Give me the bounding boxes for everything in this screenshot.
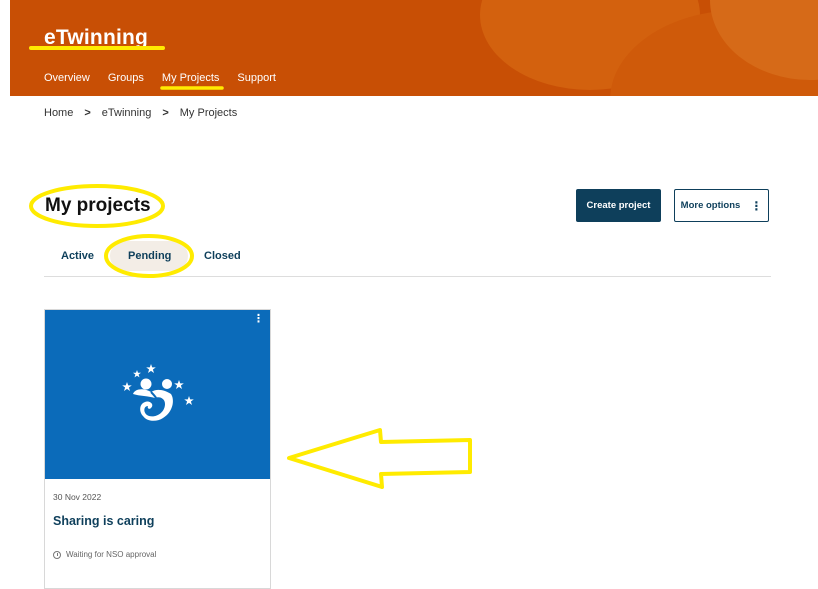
nav-groups[interactable]: Groups — [108, 72, 144, 84]
etwinning-logo-icon — [122, 364, 194, 421]
breadcrumb: Home > eTwinning > My Projects — [44, 107, 237, 119]
main-nav: Overview Groups My Projects Support — [44, 72, 294, 84]
annotation-arrow — [287, 428, 472, 489]
page-title: My projects — [45, 195, 151, 216]
more-options-button[interactable]: More options ⋮ — [674, 189, 769, 222]
breadcrumb-home[interactable]: Home — [44, 107, 73, 119]
tab-pending[interactable]: Pending — [128, 250, 171, 262]
clock-icon — [53, 550, 61, 559]
breadcrumb-etwinning[interactable]: eTwinning — [102, 107, 152, 119]
breadcrumb-current: My Projects — [179, 107, 238, 119]
tabs-divider — [44, 276, 771, 277]
kebab-icon: ⋮ — [750, 198, 763, 213]
nav-my-projects[interactable]: My Projects — [162, 72, 219, 84]
project-date: 30 Nov 2022 — [53, 492, 102, 502]
nav-overview[interactable]: Overview — [44, 72, 90, 84]
project-title[interactable]: Sharing is caring — [53, 514, 154, 528]
brand-logo[interactable]: eTwinning — [44, 26, 148, 50]
breadcrumb-separator: > — [162, 107, 169, 119]
card-menu-icon[interactable]: ⋮ — [253, 312, 264, 325]
project-card-image: ⋮ — [45, 310, 270, 479]
tab-closed[interactable]: Closed — [204, 250, 241, 262]
create-project-label: Create project — [586, 200, 651, 211]
site-header: eTwinning Overview Groups My Projects Su… — [10, 0, 818, 96]
project-card[interactable]: ⋮ 30 Nov 2022 Sharing is caring Waiting … — [44, 309, 271, 589]
more-options-label: More options — [680, 200, 741, 211]
create-project-button[interactable]: Create project — [576, 189, 661, 222]
nav-support[interactable]: Support — [237, 72, 276, 84]
breadcrumb-separator: > — [84, 107, 91, 119]
project-status-text: Waiting for NSO approval — [66, 550, 157, 559]
tab-active[interactable]: Active — [61, 250, 94, 262]
project-status: Waiting for NSO approval — [53, 550, 156, 559]
